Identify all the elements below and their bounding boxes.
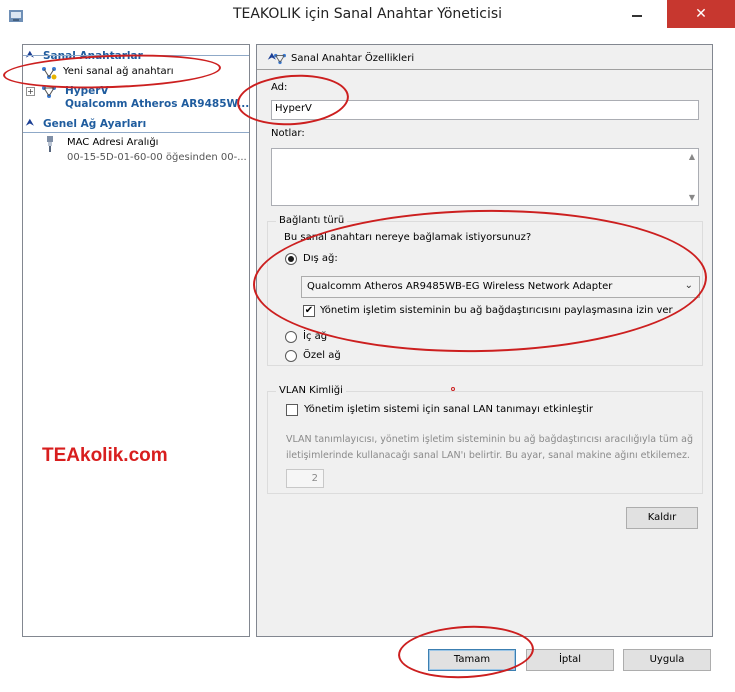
tree-item-mac-range[interactable]: MAC Adresi Aralığı 00-15-5D-01-60-00 öğe… [23,136,249,166]
close-button[interactable]: ✕ [667,0,735,28]
collapse-icon[interactable]: ⮝ [26,118,34,128]
share-adapter-label: Yönetim işletim sisteminin bu ağ bağdaşt… [320,305,673,316]
notes-input[interactable]: ▲ ▼ [271,148,699,206]
header-divider [257,69,712,70]
section-virtual-switches[interactable]: ⮝ Sanal Anahtarlar [23,50,249,64]
watermark: TEAkolik.com [42,445,168,466]
private-network-label: Özel ağ [303,350,341,361]
switch-name: HyperV [65,85,109,97]
vlan-enable-checkbox[interactable] [286,404,298,416]
switch-manager-window: TEAKOLIK için Sanal Anahtar Yöneticisi ✕… [0,0,735,692]
scroll-down-icon[interactable]: ▼ [689,193,695,202]
ok-button[interactable]: Tamam [428,649,516,671]
section-divider [23,55,249,56]
name-label: Ad: [271,82,288,93]
vlan-enable-label: Yönetim işletim sistemi için sanal LAN t… [304,404,593,415]
vlan-description-line2: iletişimlerinde kullanacağı sanal LAN'ı … [286,450,690,461]
network-switch-icon [274,53,286,65]
switch-adapter: Qualcomm Atheros AR9485W... [65,98,250,110]
tree-item-hyperv[interactable]: + HyperV Qualcomm Atheros AR9485W... [23,83,249,111]
vlan-id-input[interactable]: 2 [286,469,324,488]
internal-network-label: İç ağ [303,331,328,342]
connection-question: Bu sanal anahtarı nereye bağlamak istiyo… [284,232,532,243]
vlan-group: VLAN Kimliği Yönetim işletim sistemi içi… [267,385,703,494]
network-cable-icon [47,136,53,152]
section-divider [23,132,249,133]
cancel-button[interactable]: İptal [526,649,614,671]
notes-label: Notlar: [271,128,305,139]
connection-type-group: Bağlantı türü Bu sanal anahtarı nereye b… [267,215,703,366]
switch-tree: ⮝ Sanal Anahtarlar Yeni sanal ağ anahtar… [22,44,250,637]
tree-item-new-switch[interactable]: Yeni sanal ağ anahtarı [23,65,249,81]
chevron-down-icon[interactable]: ⌄ [685,280,693,291]
radio-private-network[interactable] [285,350,297,362]
annotation-dot [451,387,455,391]
title-bar: TEAKOLIK için Sanal Anahtar Yöneticisi ✕ [0,0,735,30]
external-network-label: Dış ağ: [303,253,338,264]
radio-internal-network[interactable] [285,331,297,343]
apply-button[interactable]: Uygula [623,649,711,671]
vlan-description-line1: VLAN tanımlayıcısı, yönetim işletim sist… [286,434,694,445]
properties-header[interactable]: ⮝ Sanal Anahtar Özellikleri [257,51,712,69]
remove-button[interactable]: Kaldır [626,507,698,529]
minimize-button[interactable] [616,0,660,28]
adapter-select[interactable]: Qualcomm Atheros AR9485WB-EG Wireless Ne… [301,276,700,298]
network-switch-icon [42,67,57,80]
network-switch-icon [42,86,56,98]
properties-panel: ⮝ Sanal Anahtar Özellikleri Ad: HyperV N… [256,44,713,637]
name-input[interactable]: HyperV [271,100,699,120]
share-adapter-checkbox[interactable]: ✔ [303,305,315,317]
radio-external-network[interactable] [285,253,297,265]
section-global-network-settings[interactable]: ⮝ Genel Ağ Ayarları [23,118,249,132]
expand-icon[interactable]: + [26,87,35,96]
scroll-up-icon[interactable]: ▲ [689,152,695,161]
